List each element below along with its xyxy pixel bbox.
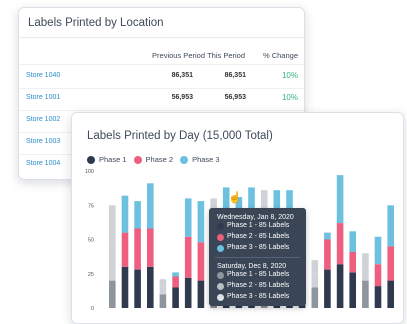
store-link[interactable]: Store 1002 [26, 116, 60, 123]
col-previous-period[interactable]: Previous Period [133, 51, 205, 60]
y-tick-label: 0 [91, 306, 94, 312]
chart-tooltip: Wednesday, Jan 8, 2020 Phase 1 - 85 Labe… [209, 208, 306, 306]
day-card-title: Labels Printed by Day (15,000 Total) [87, 130, 273, 142]
bar-segment-phase-2[interactable] [159, 286, 167, 295]
bar-segment-phase-2[interactable] [197, 242, 205, 281]
divider [19, 110, 304, 111]
store-link[interactable]: Store 1003 [26, 138, 60, 145]
col-percent-change[interactable]: % Change [254, 51, 298, 60]
tooltip-date: Wednesday, Jan 8, 2020 [217, 214, 294, 221]
divider [19, 64, 304, 65]
tooltip-item: Phase 2 - 85 Labels [227, 233, 290, 240]
tooltip-date: Saturday, Dec 8, 2020 [217, 263, 287, 270]
bar-segment-phase-1[interactable] [134, 269, 141, 308]
bar-segment-phase-3[interactable] [109, 205, 116, 247]
bar-segment-phase-1[interactable] [184, 277, 192, 308]
bar-segment-phase-3[interactable] [121, 195, 129, 233]
y-tick-label: 50 [88, 238, 94, 244]
bar-segment-phase-3[interactable] [324, 232, 331, 240]
bar-segment-phase-3[interactable] [311, 260, 319, 274]
divider [215, 257, 300, 258]
bar-segment-phase-1[interactable] [197, 280, 205, 308]
percent-change-value: 10% [281, 93, 298, 102]
bar-segment-phase-1[interactable] [362, 280, 369, 308]
bar-segment-phase-2[interactable] [172, 276, 179, 288]
bar-segment-phase-1[interactable] [336, 264, 344, 308]
store-link[interactable]: Store 1001 [26, 94, 60, 101]
previous-period-value: 56,953 [171, 94, 193, 101]
phase-2-dot-icon [217, 234, 224, 241]
bar-segment-phase-1[interactable] [324, 269, 331, 308]
bar-segment-phase-3[interactable] [184, 198, 192, 237]
phase-3-dot-icon [217, 294, 224, 301]
phase-2-dot-icon [217, 283, 224, 290]
bar-segment-phase-3[interactable] [159, 279, 167, 286]
this-period-value: 86,351 [224, 72, 246, 79]
bar-segment-phase-1[interactable] [387, 280, 394, 308]
location-card-title: Labels Printed by Location [28, 17, 164, 29]
bar-segment-phase-3[interactable] [387, 205, 394, 247]
bar-segment-phase-2[interactable] [387, 246, 394, 281]
tooltip-item: Phase 2 - 85 Labels [227, 282, 290, 289]
bar-segment-phase-1[interactable] [349, 272, 356, 308]
bar-segment-phase-1[interactable] [311, 287, 319, 309]
bar-segment-phase-3[interactable] [172, 272, 179, 277]
bar-segment-phase-2[interactable] [311, 273, 319, 288]
bar-segment-phase-2[interactable] [184, 236, 192, 278]
bar-segment-phase-3[interactable] [197, 201, 205, 243]
phase-1-dot-icon [217, 223, 224, 230]
bar-segment-phase-2[interactable] [324, 239, 331, 270]
bar-segment-phase-3[interactable] [362, 253, 369, 267]
bar-segment-phase-2[interactable] [362, 266, 369, 281]
bar-segment-phase-2[interactable] [349, 251, 356, 273]
y-tick-label: 25 [88, 272, 94, 278]
bar-segment-phase-2[interactable] [147, 228, 154, 267]
divider [19, 88, 304, 89]
bar-segment-phase-1[interactable] [374, 286, 382, 308]
bar-segment-phase-3[interactable] [147, 183, 154, 229]
bar-segment-phase-1[interactable] [121, 266, 129, 308]
tooltip-item: Phase 3 - 85 Labels [227, 244, 290, 251]
bar-segment-phase-2[interactable] [121, 232, 129, 267]
bar-segment-phase-2[interactable] [374, 264, 382, 287]
bar-segment-phase-1[interactable] [147, 266, 154, 308]
phase-1-dot-icon [217, 272, 224, 279]
percent-change-value: 10% [281, 71, 298, 80]
bar-segment-phase-3[interactable] [349, 231, 356, 252]
this-period-value: 56,953 [224, 94, 246, 101]
bar-segment-phase-2[interactable] [109, 246, 116, 281]
divider [19, 37, 304, 38]
col-this-period[interactable]: This Period [199, 51, 245, 60]
bar-segment-phase-3[interactable] [374, 236, 382, 265]
store-link[interactable]: Store 1040 [26, 72, 60, 79]
pointer-cursor-icon: ☝ [228, 192, 242, 204]
tooltip-item: Phase 3 - 85 Labels [227, 293, 290, 300]
bar-segment-phase-2[interactable] [336, 223, 344, 265]
bar-segment-phase-2[interactable] [134, 228, 141, 270]
bar-segment-phase-3[interactable] [134, 201, 141, 229]
bar-segment-phase-3[interactable] [336, 175, 344, 223]
store-link[interactable]: Store 1004 [26, 160, 60, 167]
y-tick-label: 75 [88, 203, 94, 209]
tooltip-item: Phase 1 - 85 Labels [227, 271, 290, 278]
bar-segment-phase-1[interactable] [109, 280, 116, 308]
y-tick-label: 100 [85, 169, 94, 175]
previous-period-value: 86,351 [171, 72, 193, 79]
bar-segment-phase-1[interactable] [172, 287, 179, 309]
tooltip-item: Phase 1 - 85 Labels [227, 222, 290, 229]
bar-segment-phase-1[interactable] [159, 294, 167, 308]
phase-3-dot-icon [217, 245, 224, 252]
